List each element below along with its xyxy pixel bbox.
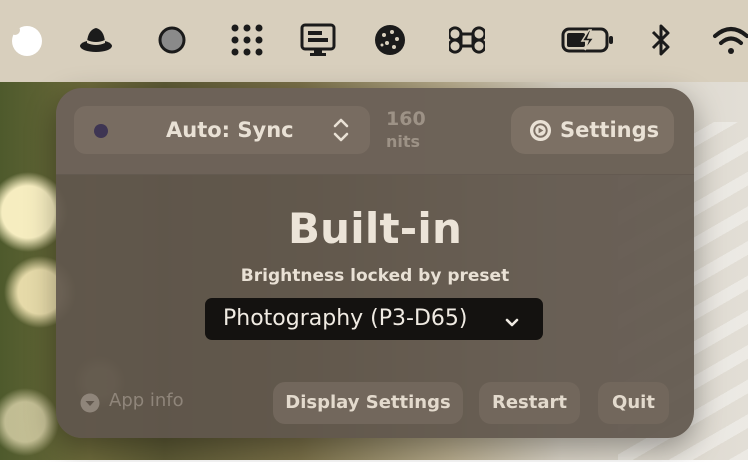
- preset-dropdown-label: Photography (P3-D65): [223, 306, 468, 331]
- up-down-chevron-icon: [331, 117, 351, 147]
- battery-charging-icon[interactable]: [561, 20, 615, 60]
- app-info-icon: [80, 393, 100, 418]
- panel-header: Auto: Sync 160 nits Settings: [56, 88, 694, 175]
- menu-bar: [0, 0, 748, 82]
- settings-gear-icon: [529, 119, 552, 147]
- dot-grid-icon[interactable]: [229, 20, 265, 60]
- mode-selector-label: Auto: Sync: [166, 118, 294, 142]
- command-icon[interactable]: [448, 20, 486, 60]
- restart-button[interactable]: Restart: [479, 382, 580, 424]
- app-circle-icon[interactable]: [8, 20, 44, 60]
- chevron-down-icon: [504, 311, 520, 336]
- bluetooth-icon[interactable]: [648, 20, 674, 60]
- settings-button[interactable]: Settings: [511, 106, 674, 154]
- preset-dropdown[interactable]: Photography (P3-D65): [205, 298, 543, 340]
- nits-value: 160: [386, 108, 426, 130]
- monitor-icon[interactable]: [299, 20, 337, 60]
- display-settings-button[interactable]: Display Settings: [273, 382, 463, 424]
- circle-outline-icon[interactable]: [155, 20, 189, 60]
- quit-button[interactable]: Quit: [598, 382, 669, 424]
- display-name: Built-in: [287, 204, 463, 253]
- display-popover: Auto: Sync 160 nits Settings Built-in Br…: [56, 88, 694, 438]
- brightness-status: Brightness locked by preset: [240, 266, 510, 286]
- mode-selector[interactable]: Auto: Sync: [74, 106, 370, 154]
- hat-icon[interactable]: [78, 20, 114, 60]
- nits-unit: nits: [386, 132, 421, 151]
- wifi-icon[interactable]: [711, 20, 748, 60]
- cookie-icon[interactable]: [372, 20, 408, 60]
- settings-button-label: Settings: [560, 118, 660, 142]
- app-info-label: App info: [109, 390, 184, 411]
- status-dot: [94, 124, 108, 138]
